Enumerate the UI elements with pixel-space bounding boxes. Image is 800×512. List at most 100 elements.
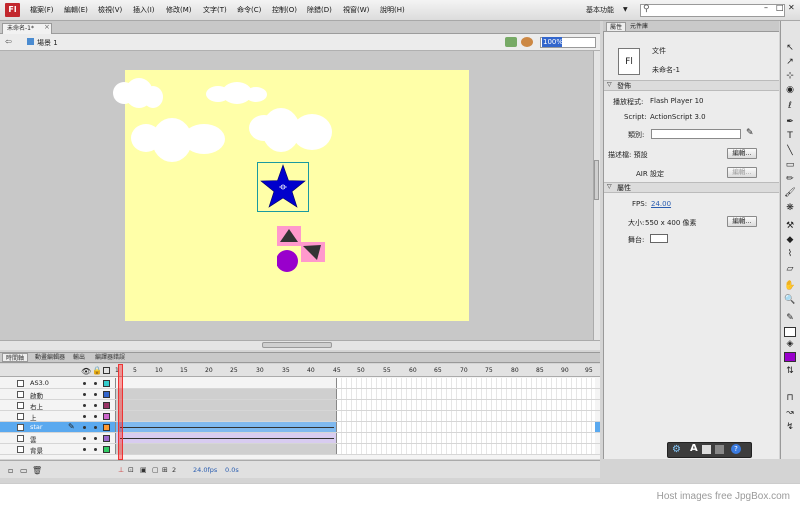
menu-view[interactable]: 檢視(V) <box>98 5 122 15</box>
scrollbar-thumb[interactable] <box>262 342 332 348</box>
layer-name[interactable]: 背景 <box>30 445 43 455</box>
motion-presets-icon[interactable]: ⚙ <box>672 444 681 455</box>
layer-color-swatch[interactable] <box>103 413 110 420</box>
pencil-icon[interactable]: ✎ <box>746 128 754 138</box>
bone-tool-icon[interactable]: ⚒ <box>783 220 797 232</box>
maximize-icon[interactable]: □ <box>776 3 784 12</box>
menu-text[interactable]: 文字(T) <box>203 5 227 15</box>
selection-tool-icon[interactable]: ↖ <box>783 42 797 54</box>
layer-color-swatch[interactable] <box>103 435 110 442</box>
layer-row[interactable]: 雲 <box>0 433 600 444</box>
rectangle-tool-icon[interactable]: ▭ <box>783 159 797 171</box>
straighten-icon[interactable]: ↯ <box>783 421 797 433</box>
visibility-dot[interactable] <box>83 426 86 429</box>
paint-bucket-icon[interactable]: ◆ <box>783 234 797 246</box>
workspace-switcher[interactable]: 基本功能 <box>586 5 614 15</box>
pencil-tool-icon[interactable]: ✏ <box>783 173 797 185</box>
scrollbar-thumb[interactable] <box>594 160 599 200</box>
class-input[interactable] <box>651 129 741 139</box>
menu-debug[interactable]: 除錯(D) <box>307 5 332 15</box>
layer-name[interactable]: star <box>30 423 43 431</box>
shape-group[interactable] <box>277 226 327 276</box>
layer-row[interactable]: AS3.0 <box>0 378 600 389</box>
chevron-down-icon[interactable]: ▼ <box>623 6 628 13</box>
empty-frames[interactable] <box>337 400 595 410</box>
layer-row[interactable]: 上 <box>0 411 600 422</box>
edit-scene-icon[interactable] <box>505 37 517 47</box>
visibility-dot[interactable] <box>83 437 86 440</box>
tab-compiler-errors[interactable]: 編譯器錯誤 <box>92 353 128 362</box>
layer-color-swatch[interactable] <box>103 424 110 431</box>
lock-dot[interactable] <box>94 382 97 385</box>
edit-profile-button[interactable]: 編輯... <box>727 148 757 159</box>
layer-name[interactable]: AS3.0 <box>30 379 49 387</box>
layer-name[interactable]: 上 <box>30 412 37 422</box>
menu-file[interactable]: 檔案(F) <box>30 5 54 15</box>
layer-row[interactable]: 右上 <box>0 400 600 411</box>
onion-outline-icon[interactable]: ▢ <box>152 466 159 474</box>
visibility-dot[interactable] <box>83 404 86 407</box>
empty-frames[interactable] <box>337 422 595 432</box>
new-layer-icon[interactable]: ▫ <box>8 466 13 475</box>
layer-name[interactable]: 右上 <box>30 401 43 411</box>
lock-icon[interactable]: 🔒 <box>92 366 102 375</box>
subselection-tool-icon[interactable]: ↗ <box>783 56 797 68</box>
tab-motion-editor[interactable]: 動畫編輯器 <box>32 353 68 362</box>
eye-icon[interactable]: 👁 <box>81 367 91 376</box>
empty-frames[interactable] <box>337 378 595 388</box>
close-icon[interactable]: × <box>44 23 50 31</box>
frame-span[interactable] <box>115 411 337 421</box>
layer-color-swatch[interactable] <box>103 391 110 398</box>
playhead-marker-icon[interactable]: ⊥ <box>118 466 124 474</box>
star-symbol[interactable] <box>257 162 309 212</box>
delete-icon[interactable]: 🗑 <box>32 466 42 475</box>
edit-size-button[interactable]: 編輯... <box>727 216 757 227</box>
menu-commands[interactable]: 命令(C) <box>237 5 261 15</box>
frame-span[interactable] <box>115 444 337 454</box>
playhead[interactable] <box>118 364 123 460</box>
lock-dot[interactable] <box>94 404 97 407</box>
frame-span[interactable] <box>115 389 337 399</box>
visibility-dot[interactable] <box>83 448 86 451</box>
info-panel-icon[interactable] <box>702 445 711 454</box>
layer-color-swatch[interactable] <box>103 380 110 387</box>
eraser-tool-icon[interactable]: ▱ <box>783 263 797 275</box>
hand-tool-icon[interactable]: ✋ <box>783 280 797 292</box>
cloud-shape[interactable] <box>143 86 163 108</box>
layer-color-swatch[interactable] <box>103 446 110 453</box>
lock-dot[interactable] <box>94 426 97 429</box>
tab-properties[interactable]: 屬性 <box>606 22 627 32</box>
current-frame[interactable]: 2 <box>172 466 176 474</box>
cloud-shape[interactable] <box>292 114 332 150</box>
text-icon[interactable]: A <box>690 443 698 454</box>
align-panel-icon[interactable] <box>715 445 724 454</box>
tab-output[interactable]: 輸出 <box>70 353 88 362</box>
tab-library[interactable]: 元件庫 <box>627 22 651 32</box>
swap-colors-icon[interactable]: ⇅ <box>783 365 797 377</box>
zoom-tool-icon[interactable]: 🔍 <box>783 294 797 306</box>
pen-tool-icon[interactable]: ✒ <box>783 116 797 128</box>
empty-frames[interactable] <box>337 389 595 399</box>
menu-insert[interactable]: 插入(I) <box>133 5 155 15</box>
back-arrow-icon[interactable]: ⇦ <box>5 37 12 46</box>
layer-name[interactable]: 啟動 <box>30 390 43 400</box>
menu-window[interactable]: 視窗(W) <box>343 5 369 15</box>
zoom-value[interactable]: 100% <box>542 37 563 47</box>
air-settings-button[interactable]: 編輯... <box>727 167 757 178</box>
3d-rotation-icon[interactable]: ◉ <box>783 84 797 96</box>
deco-tool-icon[interactable]: ❋ <box>783 202 797 214</box>
lock-dot[interactable] <box>94 448 97 451</box>
menu-edit[interactable]: 編輯(E) <box>64 5 88 15</box>
free-transform-icon[interactable]: ⊹ <box>783 70 797 82</box>
stage-color-swatch[interactable] <box>650 234 668 243</box>
text-tool-icon[interactable]: T <box>783 130 797 142</box>
fill-color-icon[interactable]: ◈ <box>783 338 797 350</box>
new-folder-icon[interactable]: ▭ <box>20 466 28 475</box>
empty-frames[interactable] <box>337 444 595 454</box>
snap-icon[interactable]: ⊓ <box>783 392 797 404</box>
menu-control[interactable]: 控制(O) <box>272 5 297 15</box>
lock-dot[interactable] <box>94 415 97 418</box>
edit-symbol-icon[interactable] <box>521 37 533 47</box>
fill-color-swatch[interactable] <box>784 352 796 362</box>
close-icon[interactable]: ✕ <box>788 3 795 12</box>
